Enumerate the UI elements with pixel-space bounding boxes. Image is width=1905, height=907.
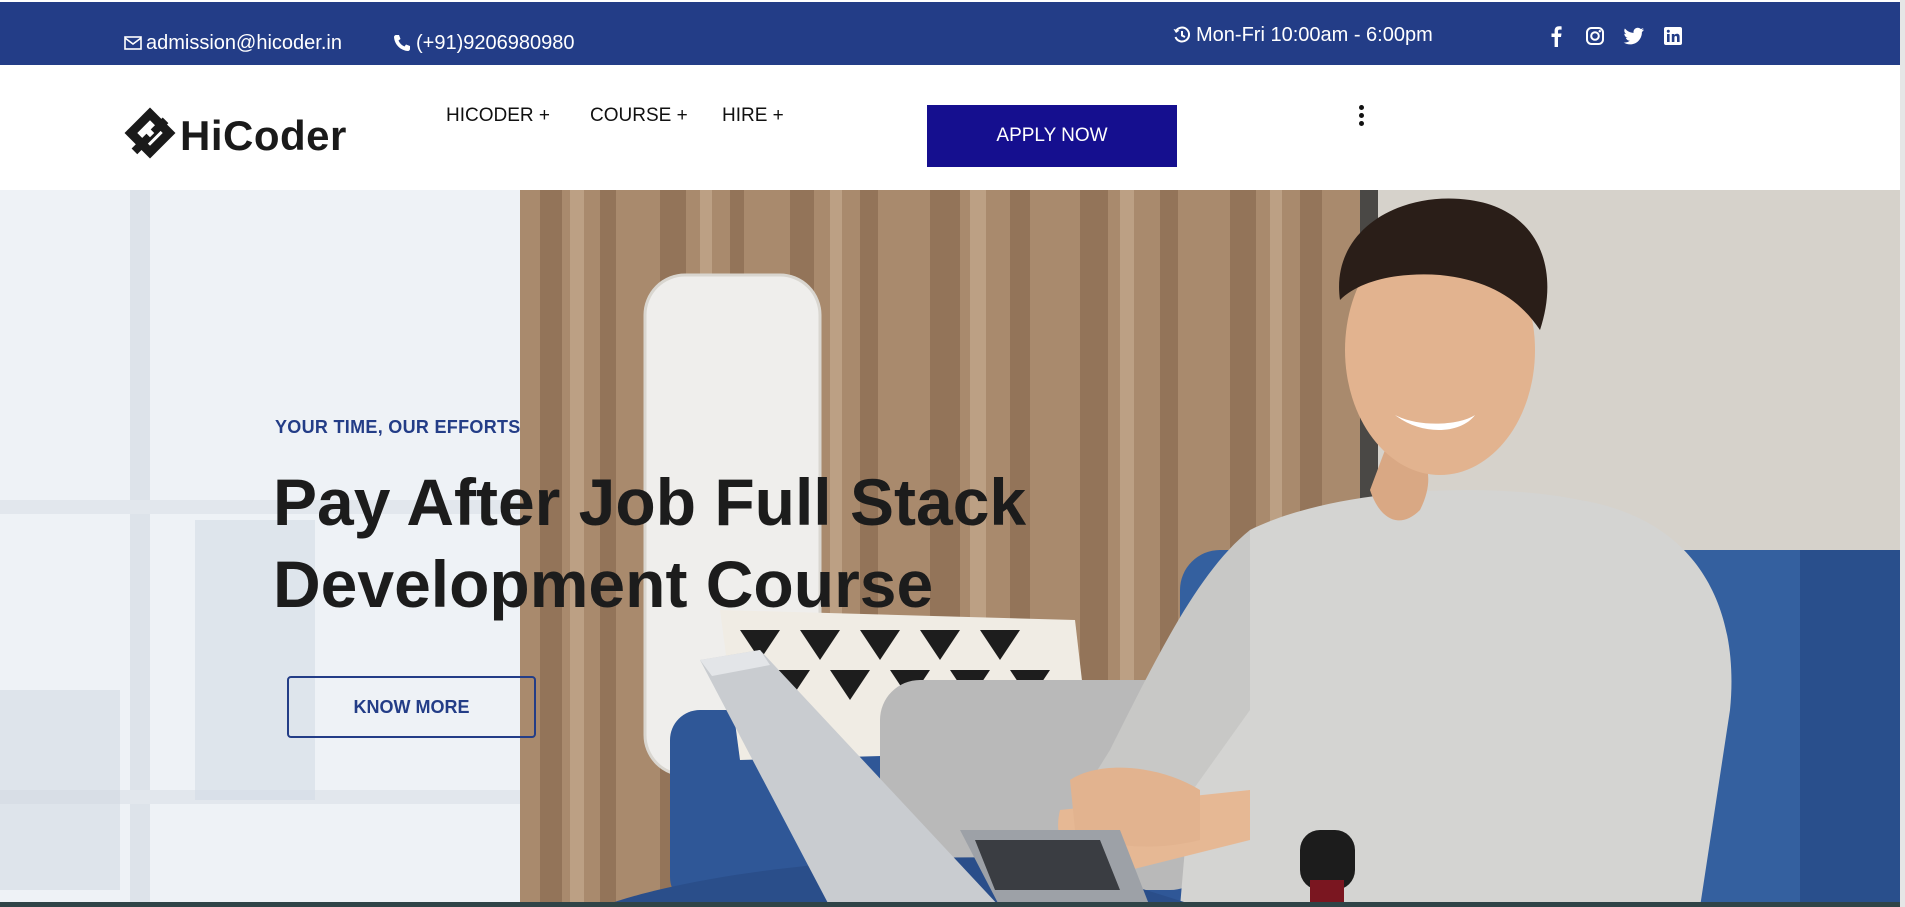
envelope-icon <box>124 35 142 51</box>
hero-title-line-1: Pay After Job Full Stack <box>273 465 1027 539</box>
hours-text: Mon-Fri 10:00am - 6:00pm <box>1196 24 1433 46</box>
hicoder-logo-icon <box>124 107 176 164</box>
phone-contact[interactable]: (+91)9206980980 <box>392 31 574 55</box>
twitter-icon[interactable] <box>1622 24 1646 48</box>
hero-title-line-2: Development Course <box>273 547 934 621</box>
hero-title: Pay After Job Full Stack Development Cou… <box>273 461 1073 625</box>
facebook-icon[interactable] <box>1544 24 1568 48</box>
top-contact-bar: admission@hicoder.in (+91)9206980980 Mon… <box>0 2 1900 65</box>
nav-hire[interactable]: HIRE + <box>722 104 784 128</box>
bottom-divider <box>0 902 1900 907</box>
know-more-button[interactable]: KNOW MORE <box>287 676 536 738</box>
email-contact[interactable]: admission@hicoder.in <box>124 31 342 55</box>
logo-text: HiCoder <box>180 111 347 159</box>
nav-course[interactable]: COURSE + <box>590 104 688 128</box>
history-icon <box>1172 25 1192 45</box>
instagram-icon[interactable] <box>1583 24 1607 48</box>
main-header: HiCoder HICODER + COURSE + HIRE + APPLY … <box>0 65 1900 190</box>
hero-section: YOUR TIME, OUR EFFORTS Pay After Job Ful… <box>0 190 1900 907</box>
email-text: admission@hicoder.in <box>146 32 342 54</box>
linkedin-icon[interactable] <box>1661 24 1685 48</box>
apply-now-button[interactable]: APPLY NOW <box>927 105 1177 167</box>
hero-tagline: YOUR TIME, OUR EFFORTS <box>275 417 521 437</box>
site-logo[interactable]: HiCoder <box>124 107 347 164</box>
scrollbar-track[interactable] <box>1900 0 1905 907</box>
vertical-dots-icon[interactable] <box>1351 102 1371 128</box>
office-hours: Mon-Fri 10:00am - 6:00pm <box>1172 23 1433 47</box>
phone-text: (+91)9206980980 <box>416 32 575 54</box>
phone-icon <box>392 33 412 53</box>
social-links <box>1544 24 1685 48</box>
nav-hicoder[interactable]: HICODER + <box>446 104 550 128</box>
